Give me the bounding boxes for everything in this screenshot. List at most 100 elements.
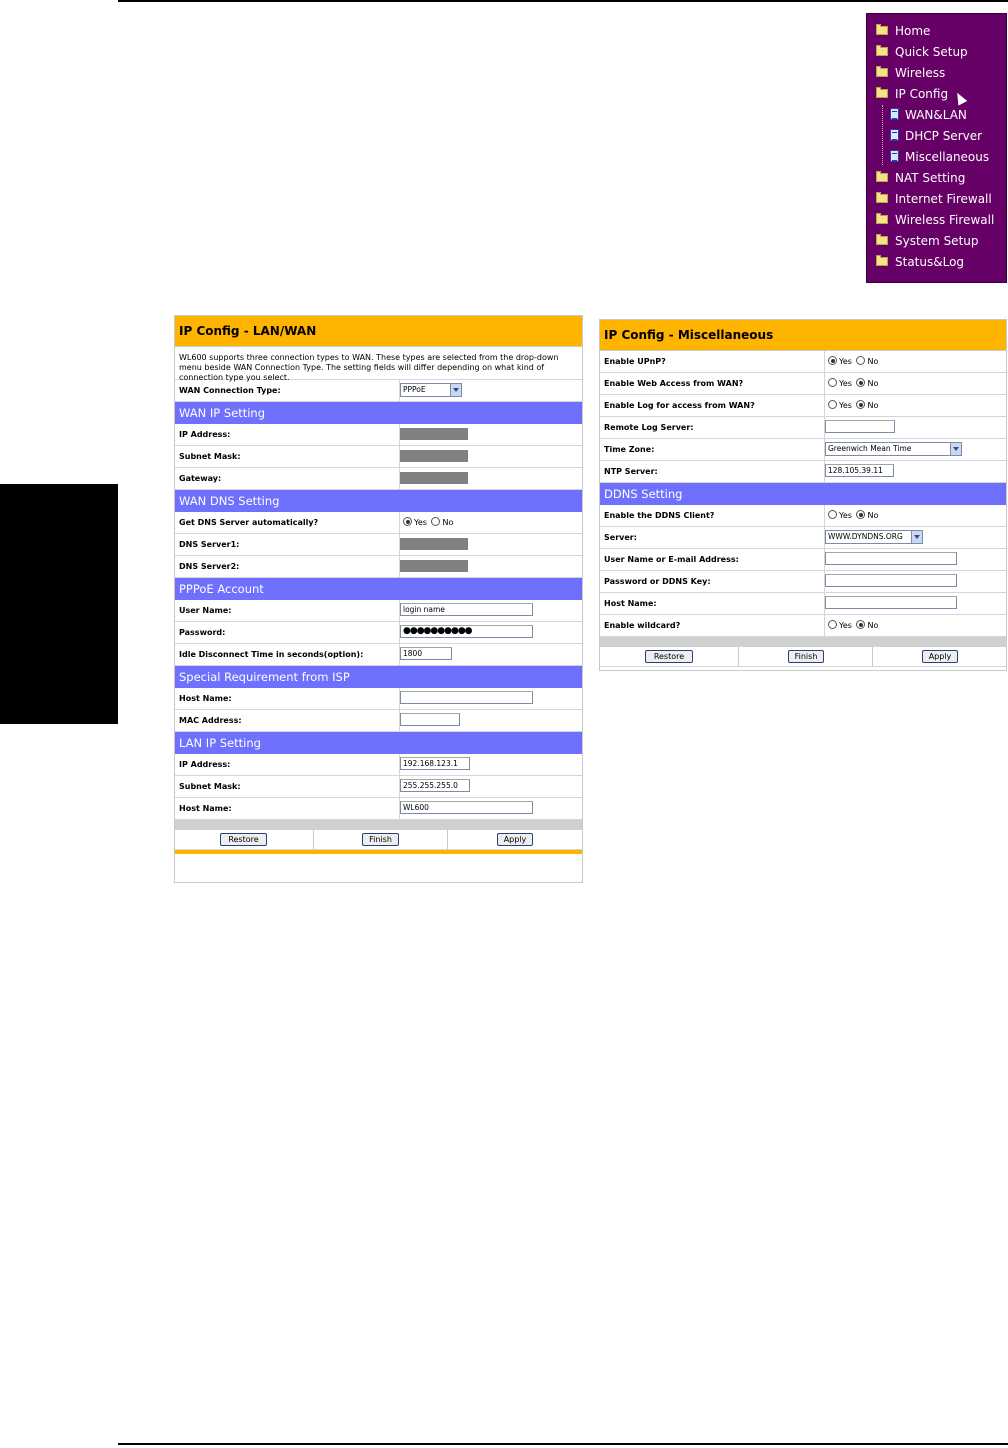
nav-item-nat-setting[interactable]: NAT Setting (867, 168, 1006, 188)
radio-no[interactable] (856, 510, 866, 519)
nav-item-miscellaneous[interactable]: Miscellaneous (867, 147, 1006, 167)
wan-gateway-row: Gateway: (175, 468, 582, 490)
nav-item-wireless[interactable]: Wireless (867, 63, 1006, 83)
button-bar-top (600, 637, 1006, 647)
page-icon (890, 108, 899, 120)
wan-connection-type-select[interactable]: PPPoE (400, 383, 462, 397)
nav-item-quick-setup[interactable]: Quick Setup (867, 42, 1006, 62)
mac-address-input[interactable] (400, 713, 460, 726)
section-header: WAN IP Setting (175, 402, 582, 424)
field-value: login name (399, 600, 533, 621)
miscellaneous-panel: IP Config - Miscellaneous Enable UPnP? Y… (599, 319, 1007, 671)
button-cell: Apply (872, 647, 1007, 666)
field-label: Enable Log for access from WAN? (604, 401, 755, 410)
field-label: Get DNS Server automatically? (179, 518, 319, 527)
radio-no[interactable] (856, 356, 866, 365)
nav-item-internet-firewall[interactable]: Internet Firewall (867, 189, 1006, 209)
finish-button[interactable]: Finish (788, 650, 824, 663)
radio-no[interactable] (856, 378, 866, 387)
idle-disconnect-input[interactable]: 1800 (400, 647, 452, 660)
bottom-rule (118, 1443, 1008, 1445)
nav-item-system-setup[interactable]: System Setup (867, 231, 1006, 251)
pppoe-user-row: User Name: login name (175, 600, 582, 622)
radio-yes[interactable] (828, 356, 837, 365)
nav-item-home[interactable]: Home (867, 21, 1006, 41)
isp-host-name-input[interactable] (400, 691, 533, 704)
lan-wan-panel: IP Config - LAN/WAN WL600 supports three… (174, 315, 583, 883)
select-value: WWW.DYNDNS.ORG (828, 532, 903, 541)
web-access-row: Enable Web Access from WAN? Yes No (600, 373, 1006, 395)
panel-description: WL600 supports three connection types to… (175, 347, 582, 382)
ddns-password-input[interactable] (825, 574, 957, 587)
pppoe-user-input[interactable]: login name (400, 603, 533, 616)
button-cell: Restore (600, 647, 738, 666)
chevron-down-icon (450, 384, 461, 396)
page-icon (890, 129, 899, 141)
page-icon (890, 150, 899, 162)
ntp-server-input[interactable]: 128.105.39.11 (825, 464, 894, 477)
button-bar-top (175, 820, 582, 830)
radio-yes[interactable] (828, 510, 837, 519)
field-label: Subnet Mask: (179, 782, 241, 791)
field-value: ●●●●●●●●●● (399, 622, 533, 643)
nav-item-label: WAN&LAN (905, 108, 967, 122)
idle-disconnect-row: Idle Disconnect Time in seconds(option):… (175, 644, 582, 666)
pppoe-password-input[interactable]: ●●●●●●●●●● (400, 625, 533, 638)
nav-item-wan-lan[interactable]: WAN&LAN (867, 105, 1006, 125)
lan-host-name-input[interactable]: WL600 (400, 801, 533, 814)
radio-yes[interactable] (828, 378, 837, 387)
ddns-user-input[interactable] (825, 552, 957, 565)
field-value: Yes No (824, 351, 878, 372)
lan-ip-address-input[interactable]: 192.168.123.1 (400, 757, 470, 770)
ddns-server-select[interactable]: WWW.DYNDNS.ORG (825, 530, 923, 544)
field-value: 1800 (399, 644, 452, 665)
pppoe-password-row: Password: ●●●●●●●●●● (175, 622, 582, 644)
nav-item-label: Quick Setup (895, 45, 968, 59)
field-value: PPPoE (399, 380, 462, 401)
nav-item-label: IP Config (895, 87, 949, 101)
restore-button[interactable]: Restore (220, 833, 267, 846)
radio-no[interactable] (431, 517, 441, 526)
nav-item-label: Wireless Firewall (895, 213, 995, 227)
field-value (824, 571, 957, 592)
log-access-row: Enable Log for access from WAN? Yes No (600, 395, 1006, 417)
remote-log-server-input[interactable] (825, 420, 895, 433)
field-label: Host Name: (604, 599, 657, 608)
apply-button[interactable]: Apply (922, 650, 958, 663)
wan-ip-address-row: IP Address: (175, 424, 582, 446)
field-value (399, 446, 468, 467)
radio-yes[interactable] (828, 620, 837, 629)
folder-icon (876, 24, 888, 35)
chevron-down-icon (950, 443, 961, 455)
field-label: Host Name: (179, 804, 232, 813)
time-zone-row: Time Zone: Greenwich Mean Time (600, 439, 1006, 461)
lan-subnet-mask-input[interactable]: 255.255.255.0 (400, 779, 470, 792)
radio-no[interactable] (856, 400, 866, 409)
radio-no[interactable] (856, 620, 866, 629)
ddns-host-name-input[interactable] (825, 596, 957, 609)
log-access-radio-group: Yes No (828, 395, 878, 416)
section-header: DDNS Setting (600, 483, 1006, 505)
panel-title: IP Config - Miscellaneous (600, 320, 1006, 351)
apply-button[interactable]: Apply (497, 833, 533, 846)
radio-label: Yes (839, 379, 852, 388)
folder-icon (876, 45, 888, 56)
radio-yes[interactable] (403, 517, 412, 526)
button-cell: Restore (175, 830, 313, 849)
ddns-enable-radio-group: Yes No (828, 505, 878, 526)
button-row: Restore Finish Apply (175, 830, 582, 850)
nav-item-status-log[interactable]: Status&Log (867, 252, 1006, 272)
field-label: User Name: (179, 606, 232, 615)
field-value: 255.255.255.0 (399, 776, 470, 797)
nav-item-ip-config[interactable]: IP Config (867, 84, 1006, 104)
nav-item-wireless-firewall[interactable]: Wireless Firewall (867, 210, 1006, 230)
field-label: Server: (604, 533, 637, 542)
restore-button[interactable]: Restore (645, 650, 693, 663)
nav-item-dhcp-server[interactable]: DHCP Server (867, 126, 1006, 146)
time-zone-select[interactable]: Greenwich Mean Time (825, 442, 962, 456)
wildcard-radio-group: Yes No (828, 615, 878, 636)
nav-item-label: DHCP Server (905, 129, 983, 143)
button-row: Restore Finish Apply (600, 647, 1006, 667)
radio-yes[interactable] (828, 400, 837, 409)
finish-button[interactable]: Finish (362, 833, 399, 846)
